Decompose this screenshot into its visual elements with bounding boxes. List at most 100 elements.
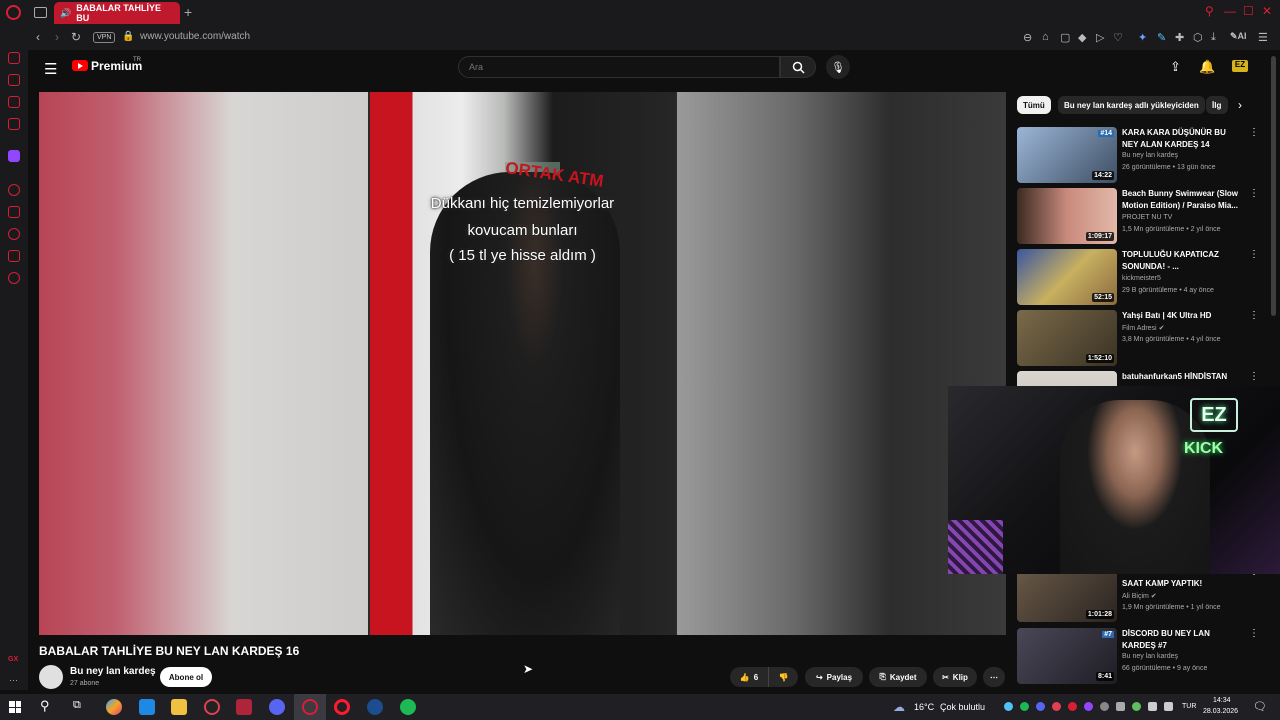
ai-button[interactable]: ✎AI (1230, 31, 1247, 42)
chevron-right-icon[interactable]: › (1238, 98, 1242, 112)
close-icon[interactable]: ✕ (1262, 4, 1272, 18)
sidebar-player-icon[interactable] (8, 184, 20, 196)
rec-channel[interactable]: Film Adresi ✔ (1122, 324, 1164, 332)
discord-icon[interactable] (269, 699, 285, 715)
forward-icon[interactable]: › (55, 30, 59, 44)
more-options-icon[interactable]: ⋮ (1249, 188, 1259, 199)
rec-title[interactable]: batuhanfurkan5 HİNDİSTAN (1122, 371, 1244, 383)
recommendation-item[interactable]: 1:52:10 Yahşi Batı | 4K Ultra HD Film Ad… (1017, 310, 1267, 366)
adblock-icon[interactable]: ◆ (1078, 31, 1086, 44)
chip-all[interactable]: Tümü (1017, 96, 1051, 114)
voicemeeter-icon[interactable] (236, 699, 252, 715)
url-field[interactable]: www.youtube.com/watch (140, 31, 250, 42)
windows-start-icon[interactable] (9, 701, 21, 713)
rec-channel[interactable]: PROJET NU TV (1122, 214, 1172, 221)
chip-uploader[interactable]: Bu ney lan kardeş adlı yükleyiciden (1058, 96, 1205, 114)
obs-icon[interactable] (204, 699, 220, 715)
extension-icon[interactable]: ✦ (1138, 31, 1147, 44)
zoom-icon[interactable]: ⊖ (1023, 31, 1032, 44)
rec-title[interactable]: TOPLULUĞU KAPATICAZ SONUNDA! - ... (1122, 249, 1244, 273)
voice-search-button[interactable]: 🎙 (826, 55, 850, 79)
recommendation-item[interactable]: 52:15 TOPLULUĞU KAPATICAZ SONUNDA! - ...… (1017, 249, 1267, 305)
subscribe-button[interactable]: Abone ol (160, 667, 212, 687)
speaker-icon[interactable]: 🔊 (60, 8, 71, 19)
rec-channel[interactable]: Ali Biçim ✔ (1122, 592, 1157, 600)
sidebar-bookmarks-icon[interactable] (8, 206, 20, 218)
tray-obs-icon[interactable] (1052, 702, 1061, 711)
share-button[interactable]: ↪ Paylaş (805, 667, 863, 687)
sidebar-aria-icon[interactable] (8, 52, 20, 64)
sidebar-pinboard-icon[interactable] (8, 250, 20, 262)
lock-icon[interactable]: 🔒 (122, 31, 134, 42)
recommendation-item[interactable]: #7 8:41 DİSCORD BU NEY LAN KARDEŞ #7 Bu … (1017, 628, 1267, 684)
more-options-icon[interactable]: ⋮ (1249, 310, 1259, 321)
sidebar-history-icon[interactable] (8, 228, 20, 240)
clock-time[interactable]: 14:34 (1213, 697, 1231, 704)
clip-button[interactable]: ✂ Klip (933, 667, 977, 687)
task-view-icon[interactable]: ⧉ (73, 699, 81, 712)
search-input[interactable] (458, 56, 780, 78)
channel-avatar[interactable] (39, 665, 63, 689)
more-actions-button[interactable]: ⋯ (983, 667, 1005, 687)
hamburger-menu-icon[interactable]: ☰ (44, 60, 57, 78)
sidebar-gx-icon[interactable]: GX (8, 656, 18, 663)
puzzle-icon[interactable]: ✚ (1175, 31, 1184, 44)
more-options-icon[interactable]: ⋮ (1249, 249, 1259, 260)
download-icon[interactable]: ⤓ (1211, 31, 1216, 44)
rec-channel[interactable]: Bu ney lan kardeş (1122, 152, 1178, 159)
sidebar-messenger-icon[interactable] (8, 96, 20, 108)
copilot-icon[interactable] (106, 699, 122, 715)
rec-channel[interactable]: kickmeister5 (1122, 275, 1161, 282)
rec-title[interactable]: Beach Bunny Swimwear (Slow Motion Editio… (1122, 188, 1244, 212)
tray-spotify-icon[interactable] (1020, 702, 1029, 711)
video-thumbnail[interactable]: #14 14:22 (1017, 127, 1117, 183)
rec-title[interactable]: DİSCORD BU NEY LAN KARDEŞ #7 (1122, 628, 1244, 652)
tray-discord-icon[interactable] (1036, 702, 1045, 711)
back-icon[interactable]: ‹ (36, 30, 40, 44)
weather-temperature[interactable]: 16°C (914, 702, 934, 712)
search-button[interactable] (780, 56, 816, 78)
minimize-icon[interactable]: — (1224, 4, 1236, 18)
weather-cloud-icon[interactable]: ☁ (893, 700, 905, 714)
rec-title[interactable]: KARA KARA DÜŞÜNÜR BU NEY ALAN KARDEŞ 14 (1122, 127, 1244, 151)
tray-gx-icon[interactable] (1068, 702, 1077, 711)
clock-date[interactable]: 28.03.2026 (1203, 708, 1238, 715)
rec-title[interactable]: Yahşi Batı | 4K Ultra HD (1122, 310, 1244, 322)
search-tabs-icon[interactable]: ⚲ (1205, 4, 1214, 18)
vpn-badge[interactable]: VPN (93, 32, 116, 43)
reload-icon[interactable]: ↻ (71, 30, 81, 44)
video-thumbnail[interactable]: 52:15 (1017, 249, 1117, 305)
video-thumbnail[interactable]: 1:01:28 (1017, 566, 1117, 622)
channel-name[interactable]: Bu ney lan kardeş (70, 666, 156, 677)
tray-mic-icon[interactable] (1116, 702, 1125, 711)
heart-icon[interactable]: ♡ (1113, 31, 1123, 44)
opera-icon[interactable] (334, 699, 350, 715)
opera-gx-icon[interactable] (302, 699, 318, 715)
rec-channel[interactable]: Bu ney lan kardeş (1122, 653, 1178, 660)
sidebar-twitch-icon[interactable] (8, 150, 20, 162)
spotify-icon[interactable] (400, 699, 416, 715)
snapshot-icon[interactable]: ▢ (1060, 31, 1070, 44)
edge-icon[interactable] (139, 699, 155, 715)
recommendation-item[interactable]: 1:09:17 Beach Bunny Swimwear (Slow Motio… (1017, 188, 1267, 244)
video-thumbnail[interactable]: 1:09:17 (1017, 188, 1117, 244)
play-icon[interactable]: ▷ (1096, 31, 1104, 44)
input-language[interactable]: TUR (1182, 703, 1196, 710)
more-options-icon[interactable]: ⋮ (1249, 371, 1259, 382)
more-options-icon[interactable]: ⋮ (1249, 127, 1259, 138)
sidebar-more-icon[interactable]: ⋯ (9, 675, 18, 686)
steam-icon[interactable] (367, 699, 383, 715)
cube-icon[interactable]: ⬡ (1193, 31, 1203, 44)
tray-app2-icon[interactable] (1100, 702, 1109, 711)
recommendation-item[interactable]: #14 14:22 KARA KARA DÜŞÜNÜR BU NEY ALAN … (1017, 127, 1267, 183)
chip-related[interactable]: İlg (1206, 96, 1228, 114)
opera-logo-icon[interactable] (6, 5, 21, 20)
translate-icon[interactable]: ✎ (1157, 31, 1166, 44)
tray-steam-icon[interactable] (1004, 702, 1013, 711)
video-thumbnail[interactable]: #7 8:41 (1017, 628, 1117, 684)
youtube-logo-icon[interactable] (72, 60, 88, 71)
save-button[interactable]: ⎘ Kaydet (869, 667, 927, 687)
sidebar-extension-icon[interactable] (8, 74, 20, 86)
tray-nvidia-icon[interactable] (1132, 702, 1141, 711)
maximize-icon[interactable]: ☐ (1243, 4, 1254, 18)
